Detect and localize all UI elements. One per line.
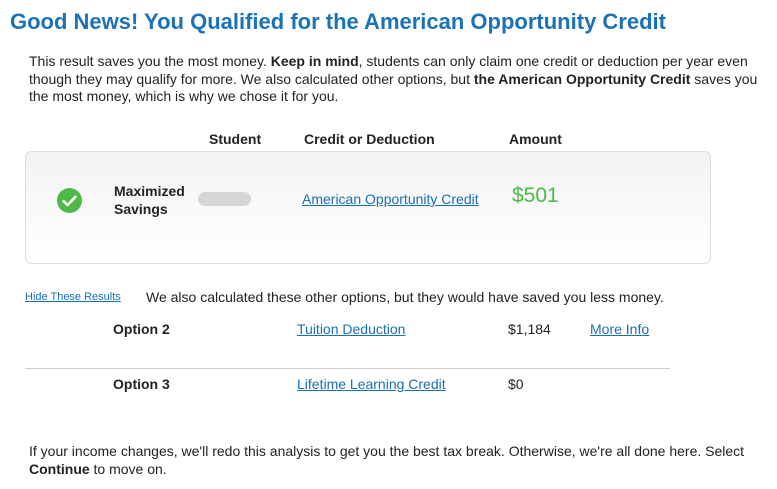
label-line: Maximized: [114, 183, 185, 199]
option-amount: $1,184: [508, 321, 551, 337]
maximized-savings-label: Maximized Savings: [114, 182, 185, 218]
lifetime-learning-credit-link[interactable]: Lifetime Learning Credit: [297, 376, 446, 392]
footer-text: If your income changes, we'll redo this …: [29, 442, 769, 478]
more-info-link[interactable]: More Info: [590, 321, 649, 337]
column-header-amount: Amount: [509, 131, 562, 147]
page-title: Good News! You Qualified for the America…: [10, 9, 666, 34]
american-opportunity-credit-link[interactable]: American Opportunity Credit: [302, 191, 479, 207]
intro-text: This result saves you the most money. Ke…: [29, 53, 764, 106]
intro-emphasis: Keep in mind: [270, 53, 359, 69]
check-circle-icon: [57, 188, 82, 213]
checkmark-glyph: [62, 195, 77, 206]
intro-text-part: This result saves you the most money.: [29, 53, 271, 69]
other-options-note: We also calculated these other options, …: [146, 289, 664, 305]
footer-text-part: If your income changes, we'll redo this …: [29, 443, 745, 459]
option-label: Option 2: [113, 321, 170, 337]
tuition-deduction-link[interactable]: Tuition Deduction: [297, 321, 405, 337]
column-header-credit: Credit or Deduction: [304, 131, 435, 147]
column-header-student: Student: [209, 131, 262, 147]
divider: [25, 368, 670, 369]
continue-emphasis: Continue: [29, 461, 90, 477]
hide-results-link[interactable]: Hide These Results: [25, 291, 121, 303]
student-name-placeholder: [198, 192, 251, 206]
intro-emphasis: the American Opportunity Credit: [473, 70, 691, 87]
label-line: Savings: [114, 201, 168, 217]
option-label: Option 3: [113, 376, 170, 392]
option-amount: $0: [508, 376, 524, 392]
footer-text-part: to move on.: [89, 461, 167, 477]
best-amount: $501: [512, 184, 559, 207]
